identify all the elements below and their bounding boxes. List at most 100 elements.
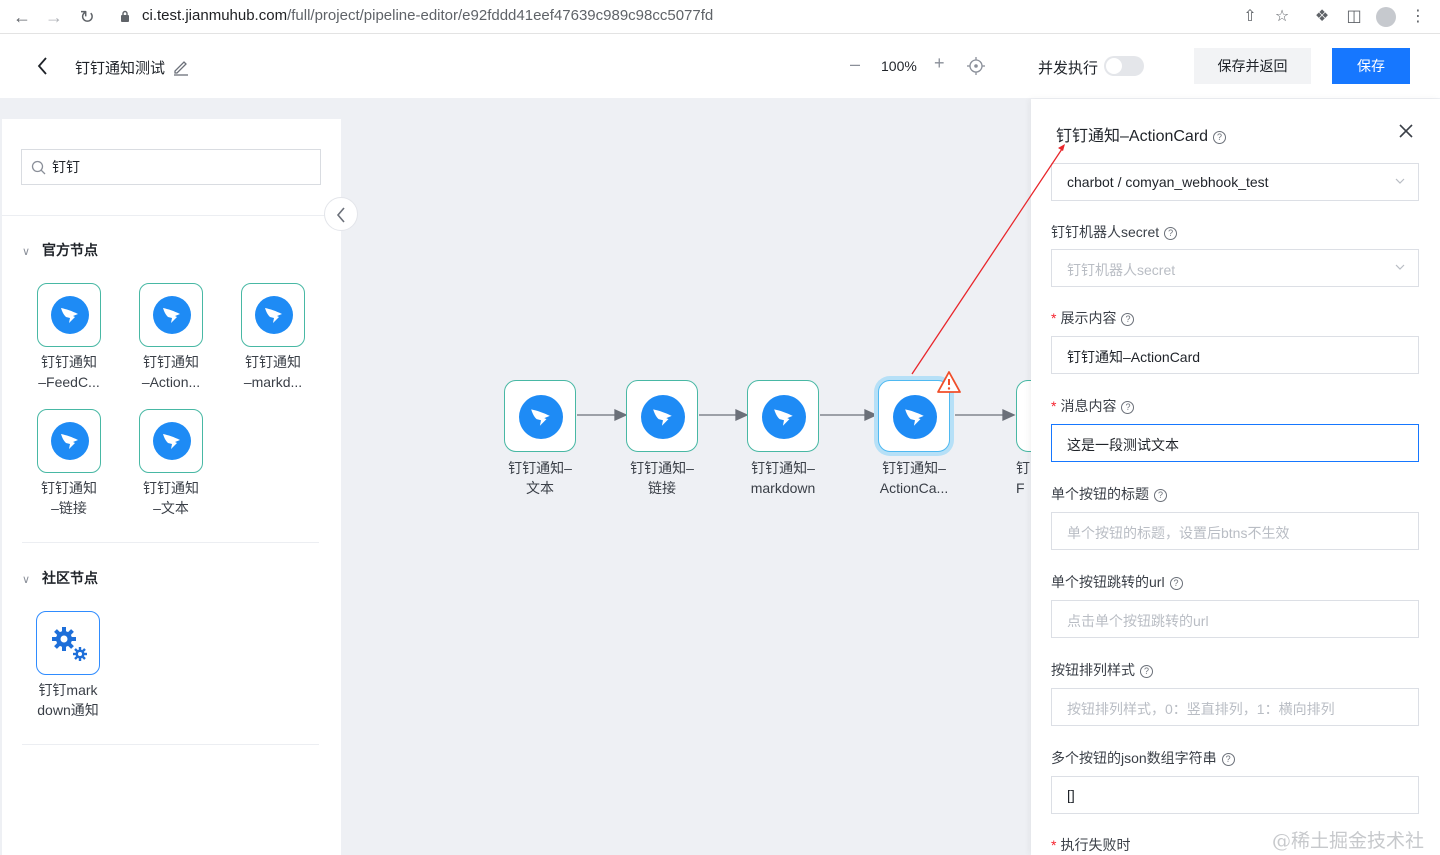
back-arrow-icon[interactable]: ← bbox=[10, 5, 34, 29]
search-input[interactable] bbox=[52, 157, 312, 177]
node-label: 钉F bbox=[1016, 460, 1030, 496]
edit-pencil-icon[interactable] bbox=[172, 58, 190, 76]
close-icon[interactable] bbox=[1397, 122, 1415, 140]
help-icon[interactable]: ? bbox=[1221, 753, 1235, 766]
forward-arrow-icon[interactable]: → bbox=[42, 5, 66, 29]
display-content-input[interactable]: 钉钉通知–ActionCard bbox=[1051, 336, 1419, 374]
parallel-toggle[interactable] bbox=[1104, 56, 1144, 76]
browser-bar: ← → ↻ ci.test.jianmuhub.com/full/project… bbox=[0, 0, 1440, 34]
warning-icon[interactable] bbox=[936, 370, 962, 394]
dingtalk-node-icon bbox=[139, 283, 203, 347]
buttons-json-label: 多个按钮的json数组字符串? bbox=[1051, 748, 1235, 768]
chevron-left-icon bbox=[336, 207, 345, 223]
gear-node-icon bbox=[36, 611, 100, 675]
collapse-panel-button[interactable] bbox=[324, 197, 358, 231]
help-icon[interactable]: ? bbox=[1140, 665, 1153, 678]
node-library-panel: ∨ 官方节点 钉钉通知–FeedC... 钉钉通知–Action... 钉钉通知–… bbox=[2, 119, 341, 855]
button-title-input[interactable]: 单个按钮的标题，设置后btns不生效 bbox=[1051, 512, 1419, 550]
canvas-node-link[interactable]: 钉钉通知– 链接 bbox=[612, 380, 712, 498]
share-icon[interactable]: ⇧ bbox=[1238, 5, 1262, 29]
palette-node-markdown[interactable]: 钉钉通知 –markd... bbox=[228, 283, 318, 392]
node-box bbox=[504, 380, 576, 452]
url-host: ci.test.jianmuhub.com bbox=[142, 7, 288, 24]
chevron-down-icon bbox=[1395, 264, 1405, 270]
toggle-knob bbox=[1106, 58, 1122, 74]
node-box bbox=[1016, 380, 1031, 452]
dingtalk-icon bbox=[641, 395, 685, 439]
palette-node-label: 钉钉通知 –链接 bbox=[41, 480, 97, 516]
help-icon[interactable]: ? bbox=[1213, 131, 1227, 144]
palette-node-link[interactable]: 钉钉通知 –链接 bbox=[24, 409, 114, 518]
editor-header: 钉钉通知测试 – 100% + 并发执行 保存并返回 保存 bbox=[0, 34, 1440, 98]
sidebar-icon[interactable]: ◫ bbox=[1342, 5, 1366, 29]
locate-center-icon[interactable] bbox=[967, 57, 985, 75]
help-icon[interactable]: ? bbox=[1121, 313, 1135, 326]
search-icon bbox=[31, 160, 46, 175]
node-label: 钉钉通知– 文本 bbox=[508, 460, 572, 496]
dingtalk-node-icon bbox=[241, 283, 305, 347]
palette-node-actioncard[interactable]: 钉钉通知 –Action... bbox=[126, 283, 216, 392]
official-section-title: 官方节点 bbox=[42, 242, 98, 258]
button-title-label: 单个按钮的标题? bbox=[1051, 484, 1167, 504]
canvas-node-actioncard[interactable]: 钉钉通知– ActionCa... bbox=[864, 380, 964, 498]
help-icon[interactable]: ? bbox=[1164, 227, 1178, 240]
parallel-label: 并发执行 bbox=[1038, 60, 1099, 77]
palette-node-text[interactable]: 钉钉通知 –文本 bbox=[126, 409, 216, 518]
divider bbox=[22, 744, 319, 745]
button-layout-input[interactable]: 按钮排列样式，0：竖直排列，1：横向排列 bbox=[1051, 688, 1419, 726]
canvas-node-text[interactable]: 钉钉通知– 文本 bbox=[490, 380, 590, 498]
button-url-label: 单个按钮跳转的url? bbox=[1051, 572, 1183, 592]
palette-node-label: 钉钉通知 –markd... bbox=[243, 354, 303, 390]
button-layout-label: 按钮排列样式? bbox=[1051, 660, 1153, 680]
dingtalk-node-icon bbox=[37, 283, 101, 347]
reload-icon[interactable]: ↻ bbox=[75, 5, 99, 29]
help-icon[interactable]: ? bbox=[1154, 489, 1167, 502]
divider bbox=[2, 215, 341, 216]
message-content-input[interactable]: 这是一段测试文本 bbox=[1051, 424, 1419, 462]
zoom-in-button[interactable]: + bbox=[934, 53, 945, 74]
dingtalk-icon bbox=[519, 395, 563, 439]
node-search-box[interactable] bbox=[21, 149, 321, 185]
node-box bbox=[626, 380, 698, 452]
node-config-panel: 钉钉通知–ActionCard? charbot / comyan_webhoo… bbox=[1031, 99, 1440, 855]
save-button[interactable]: 保存 bbox=[1332, 48, 1410, 84]
palette-node-label: 钉钉通知 –文本 bbox=[143, 480, 199, 516]
address-bar[interactable]: ci.test.jianmuhub.com/full/project/pipel… bbox=[142, 7, 713, 24]
secret-select[interactable]: 钉钉机器人secret bbox=[1051, 249, 1419, 287]
palette-node-label: 钉钉通知 –FeedC... bbox=[38, 354, 100, 390]
pipeline-title: 钉钉通知测试 bbox=[75, 60, 166, 77]
on-failure-label: * 执行失败时 bbox=[1051, 837, 1131, 853]
community-section-title: 社区节点 bbox=[42, 570, 98, 586]
url-path: /full/project/pipeline-editor/e92fddd41e… bbox=[287, 7, 714, 24]
save-and-return-button[interactable]: 保存并返回 bbox=[1194, 48, 1311, 84]
secret-label: 钉钉机器人secret? bbox=[1051, 222, 1178, 242]
help-icon[interactable]: ? bbox=[1169, 577, 1183, 590]
zoom-out-button[interactable]: – bbox=[850, 54, 860, 75]
canvas-node-markdown[interactable]: 钉钉通知– markdown bbox=[733, 380, 833, 498]
back-chevron-icon[interactable] bbox=[32, 54, 54, 78]
button-url-input[interactable]: 点击单个按钮跳转的url bbox=[1051, 600, 1419, 638]
buttons-json-input[interactable]: [] bbox=[1051, 776, 1419, 814]
star-icon[interactable]: ☆ bbox=[1270, 5, 1294, 29]
display-content-label: * 展示内容? bbox=[1051, 308, 1135, 328]
official-section-header[interactable]: ∨ 官方节点 bbox=[22, 240, 98, 260]
dingtalk-node-icon bbox=[139, 409, 203, 473]
zoom-level: 100% bbox=[881, 58, 917, 74]
palette-node-feedcard[interactable]: 钉钉通知 –FeedC... bbox=[24, 283, 114, 392]
menu-dots-icon[interactable]: ⋮ bbox=[1406, 5, 1430, 29]
node-label: 钉钉通知– ActionCa... bbox=[879, 460, 949, 496]
extensions-icon[interactable]: ❖ bbox=[1310, 5, 1334, 29]
message-content-label: * 消息内容? bbox=[1051, 396, 1135, 416]
divider bbox=[22, 542, 319, 543]
watermark: @稀土掘金技术社区 bbox=[1272, 830, 1425, 852]
palette-node-community-markdown[interactable]: 钉钉mark down通知 bbox=[23, 611, 113, 720]
canvas-node-partial[interactable]: 钉F bbox=[1016, 380, 1031, 498]
help-icon[interactable]: ? bbox=[1121, 401, 1135, 414]
profile-avatar-icon[interactable] bbox=[1374, 5, 1398, 29]
palette-node-label: 钉钉通知 –Action... bbox=[141, 354, 201, 390]
dingtalk-icon bbox=[893, 395, 937, 439]
node-box bbox=[747, 380, 819, 452]
webhook-select[interactable]: charbot / comyan_webhook_test bbox=[1051, 163, 1419, 201]
palette-node-label: 钉钉mark down通知 bbox=[37, 682, 99, 718]
community-section-header[interactable]: ∨ 社区节点 bbox=[22, 568, 98, 588]
